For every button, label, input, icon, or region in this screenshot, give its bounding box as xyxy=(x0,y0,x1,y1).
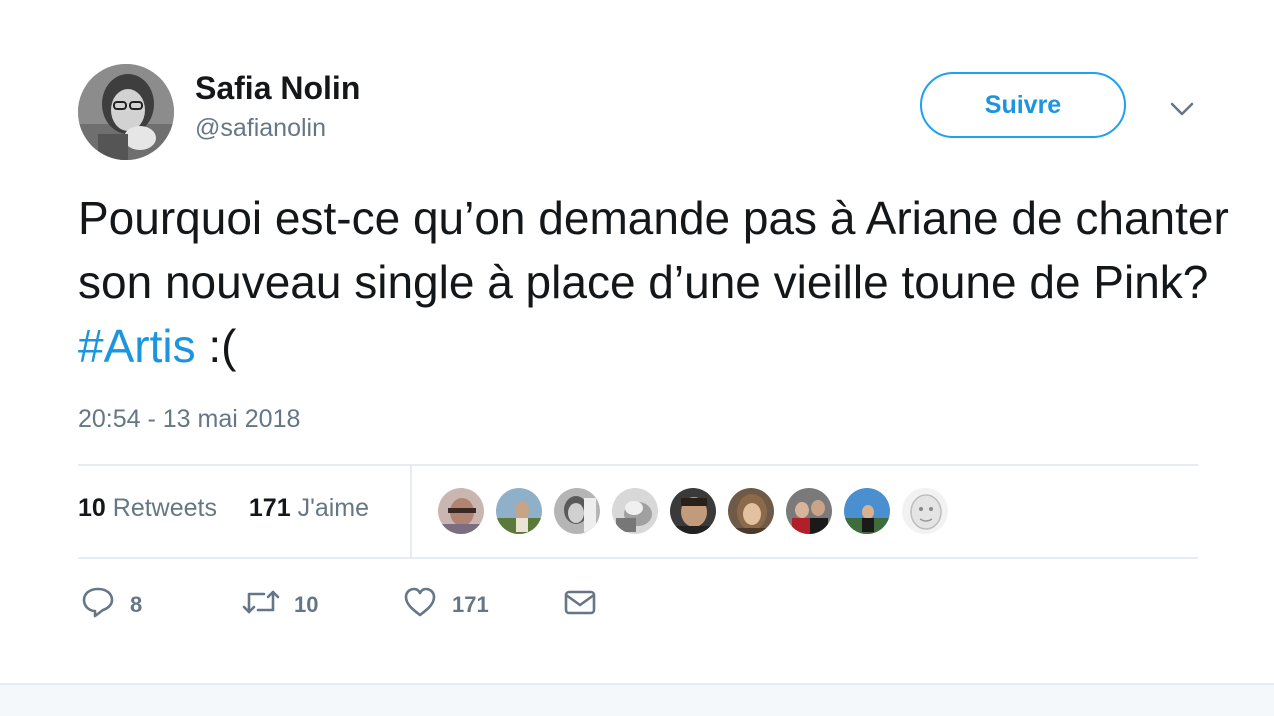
tweet-timestamp[interactable]: 20:54 - 13 mai 2018 xyxy=(78,405,300,434)
reply-count: 8 xyxy=(130,591,143,617)
likes-count: 171 xyxy=(248,494,291,522)
liker-avatar[interactable] xyxy=(437,487,485,535)
stats-row: 10 Retweets 171 J'aime xyxy=(78,494,369,523)
divider-bottom xyxy=(78,557,1198,559)
likes-stat[interactable]: 171 J'aime xyxy=(249,494,369,522)
liker-avatar[interactable] xyxy=(727,487,775,535)
stats-separator xyxy=(410,464,412,558)
follow-button-label: Suivre xyxy=(984,90,1062,119)
hashtag-link[interactable]: #Artis xyxy=(78,320,196,372)
direct-message-action[interactable] xyxy=(562,584,598,625)
reply-action[interactable]: 8 xyxy=(80,584,142,625)
retweets-stat[interactable]: 10 Retweets xyxy=(78,494,217,522)
retweet-action[interactable]: 10 xyxy=(242,584,318,625)
chevron-down-icon[interactable] xyxy=(1167,94,1197,124)
tweet-text: Pourquoi est-ce qu’on demande pas à Aria… xyxy=(78,186,1238,378)
liker-avatar[interactable] xyxy=(669,487,717,535)
retweets-label: Retweets xyxy=(112,494,217,522)
author-avatar[interactable] xyxy=(78,64,174,160)
liker-avatar[interactable] xyxy=(901,487,949,535)
heart-icon xyxy=(402,584,438,625)
like-count: 171 xyxy=(452,591,489,617)
reply-icon xyxy=(80,584,116,625)
liker-avatar[interactable] xyxy=(553,487,601,535)
envelope-icon xyxy=(562,584,598,625)
liker-avatar[interactable] xyxy=(495,487,543,535)
likes-label: J'aime xyxy=(297,494,370,522)
liker-avatar[interactable] xyxy=(843,487,891,535)
follow-button[interactable]: Suivre xyxy=(920,72,1126,138)
retweets-count: 10 xyxy=(78,494,106,522)
liker-avatar[interactable] xyxy=(611,487,659,535)
divider-top xyxy=(78,464,1198,466)
liker-avatar[interactable] xyxy=(785,487,833,535)
reply-area xyxy=(0,685,1274,716)
retweet-count: 10 xyxy=(294,591,319,617)
author-name[interactable]: Safia Nolin xyxy=(195,70,360,107)
tweet-text-body: Pourquoi est-ce qu’on demande pas à Aria… xyxy=(78,192,1229,308)
like-action[interactable]: 171 xyxy=(402,584,489,625)
retweet-icon xyxy=(242,584,280,625)
tweet-text-tail: :( xyxy=(195,320,237,372)
author-handle[interactable]: @safianolin xyxy=(195,114,326,143)
